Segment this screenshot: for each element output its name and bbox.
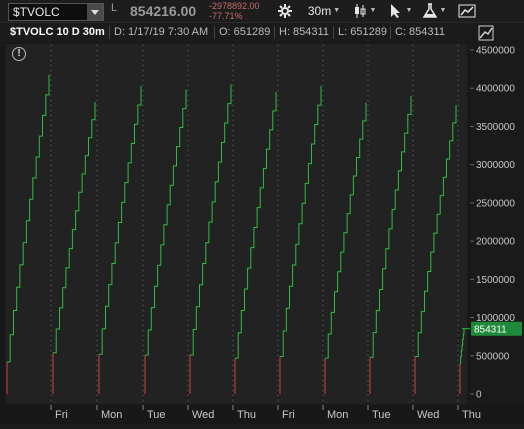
y-tick-label: 0 [476,390,482,401]
x-tick-label: Mon [101,409,122,421]
y-tick-label: 3000000 [476,160,515,171]
session-shade [189,44,232,404]
x-tick-label: Mon [327,409,348,421]
x-tick-label: Thu [237,409,256,421]
x-tick-label: Wed [192,409,214,421]
session-shade [459,44,467,404]
session-shade [6,44,50,404]
session-shade [324,44,367,404]
last-value-label: 854311 [474,325,507,336]
session-shade [234,44,277,404]
x-axis-band [0,405,524,424]
x-tick-label: Fri [282,409,295,421]
y-tick-label: 1500000 [476,275,515,286]
x-tick-label: Wed [417,409,439,421]
alert-icon: ! [12,47,26,61]
y-tick-label: 4000000 [476,84,515,95]
x-tick-label: Tue [147,409,166,421]
session-shade [369,44,412,404]
bottom-toolbar [0,424,524,429]
chart-plot[interactable]: 0500000100000015000002000000250000030000… [0,0,524,429]
x-tick-label: Fri [55,409,68,421]
y-tick-label: 2000000 [476,237,515,248]
x-tick-label: Tue [372,409,391,421]
y-tick-label: 4500000 [476,46,515,57]
session-shade [144,44,187,404]
alert-button[interactable]: ! [12,47,26,61]
session-shade [414,44,457,404]
y-tick-label: 2500000 [476,198,515,209]
session-shade [52,44,96,404]
y-tick-label: 3500000 [476,122,515,133]
session-shade [98,44,142,404]
x-tick-label: Thu [462,409,481,421]
y-tick-label: 500000 [476,351,510,362]
